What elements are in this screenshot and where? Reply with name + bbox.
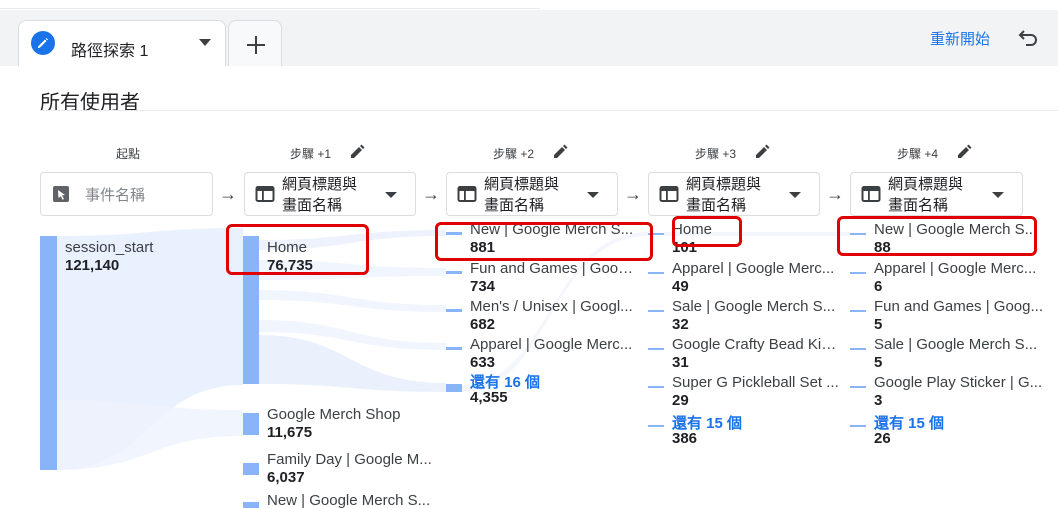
node-bar[interactable] [850, 272, 866, 274]
node-bar-more[interactable] [850, 425, 866, 427]
edit-step-1-icon[interactable] [349, 143, 366, 160]
node-bar-step1-merch-shop[interactable] [243, 413, 259, 435]
arrow-right-icon: → [624, 184, 642, 204]
edit-step-3-icon[interactable] [754, 143, 771, 160]
arrow-right-icon: → [219, 184, 237, 204]
node-label: Super G Pickleball Set ... [672, 374, 839, 391]
node-label: Google Merch Shop [267, 406, 401, 423]
node-bar-session-start[interactable] [40, 236, 57, 470]
node-value: 633 [470, 354, 496, 371]
node-label: Google Play Sticker | G... [874, 374, 1043, 391]
node-value: 31 [672, 354, 689, 371]
cursor-click-icon [51, 185, 71, 203]
node-label: New | Google Merch S... [267, 492, 431, 508]
node-label: Apparel | Google Merc... [672, 260, 835, 277]
chevron-down-icon [587, 192, 599, 198]
node-label: Sale | Google Merch S... [672, 298, 836, 315]
node-value: 386 [672, 430, 698, 447]
event-name-placeholder: 事件名稱 [85, 187, 146, 204]
edit-step-2-icon[interactable] [552, 143, 569, 160]
node-label: Sale | Google Merch S... [874, 336, 1038, 353]
node-value: 6,037 [267, 469, 305, 486]
node-value: 6 [874, 278, 883, 295]
node-bar[interactable] [850, 310, 866, 312]
node-value: 5 [874, 354, 883, 371]
node-bar[interactable] [446, 309, 462, 312]
chevron-down-icon [992, 192, 1004, 198]
step-3-dimension-label: 網頁標題與 畫面名稱 [686, 176, 762, 214]
node-value: 734 [470, 278, 496, 295]
step-1-dimension-label: 網頁標題與 畫面名稱 [282, 176, 358, 214]
arrow-right-icon: → [422, 184, 440, 204]
node-label: Fun and Games | Goog... [470, 260, 638, 277]
node-value: 3 [874, 392, 883, 409]
node-bar-more[interactable] [446, 384, 462, 392]
step-4-dimension-label: 網頁標題與 畫面名稱 [888, 176, 964, 214]
node-value-session-start: 121,140 [65, 257, 120, 274]
node-bar[interactable] [648, 310, 664, 312]
highlight-box [435, 222, 653, 261]
step-3-label: 步驟 +3 [695, 147, 737, 161]
highlight-box [837, 216, 1037, 256]
node-label: Google Crafty Bead Kit ... [672, 336, 840, 353]
step-4-label: 步驟 +4 [897, 147, 939, 161]
chevron-down-icon [789, 192, 801, 198]
node-value: 32 [672, 316, 689, 333]
node-bar-step1-new[interactable] [243, 502, 259, 508]
step-1-dimension-selector[interactable]: 網頁標題與 畫面名稱 [244, 172, 416, 216]
arrow-right-icon: → [826, 184, 844, 204]
web-page-icon [659, 185, 679, 203]
highlight-box [672, 216, 742, 247]
node-value: 29 [672, 392, 689, 409]
node-bar[interactable] [446, 347, 462, 350]
node-value: 5 [874, 316, 883, 333]
web-page-icon [255, 185, 275, 203]
node-bar-more[interactable] [648, 425, 664, 427]
highlight-box [226, 224, 369, 275]
node-label: Family Day | Google M... [267, 451, 432, 468]
node-label-session-start: session_start [65, 239, 154, 256]
node-bar[interactable] [446, 271, 462, 274]
chevron-down-icon [385, 192, 397, 198]
node-bar[interactable] [850, 386, 866, 388]
step-2-dimension-label: 網頁標題與 畫面名稱 [484, 176, 560, 214]
node-value: 682 [470, 316, 496, 333]
node-value: 4,355 [470, 389, 508, 406]
node-value: 11,675 [267, 424, 313, 441]
node-value: 49 [672, 278, 689, 295]
step-2-dimension-selector[interactable]: 網頁標題與 畫面名稱 [446, 172, 618, 216]
node-bar-step1-family-day[interactable] [243, 463, 259, 475]
start-event-selector[interactable]: 事件名稱 [40, 172, 213, 216]
node-bar[interactable] [648, 348, 664, 350]
node-label: Apparel | Google Merc... [874, 260, 1037, 277]
web-page-icon [861, 185, 881, 203]
node-label: Men's / Unisex | Googl... [470, 298, 633, 315]
node-label: Fun and Games | Goog... [874, 298, 1043, 315]
start-step-label: 起點 [116, 147, 141, 161]
node-value: 26 [874, 430, 891, 447]
node-bar[interactable] [648, 386, 664, 388]
step-4-dimension-selector[interactable]: 網頁標題與 畫面名稱 [850, 172, 1023, 216]
web-page-icon [457, 185, 477, 203]
step-2-label: 步驟 +2 [493, 147, 535, 161]
edit-step-4-icon[interactable] [956, 143, 973, 160]
node-bar[interactable] [648, 272, 664, 274]
node-bar[interactable] [850, 348, 866, 350]
step-1-label: 步驟 +1 [290, 147, 332, 161]
node-label: Apparel | Google Merc... [470, 336, 633, 353]
step-3-dimension-selector[interactable]: 網頁標題與 畫面名稱 [648, 172, 820, 216]
